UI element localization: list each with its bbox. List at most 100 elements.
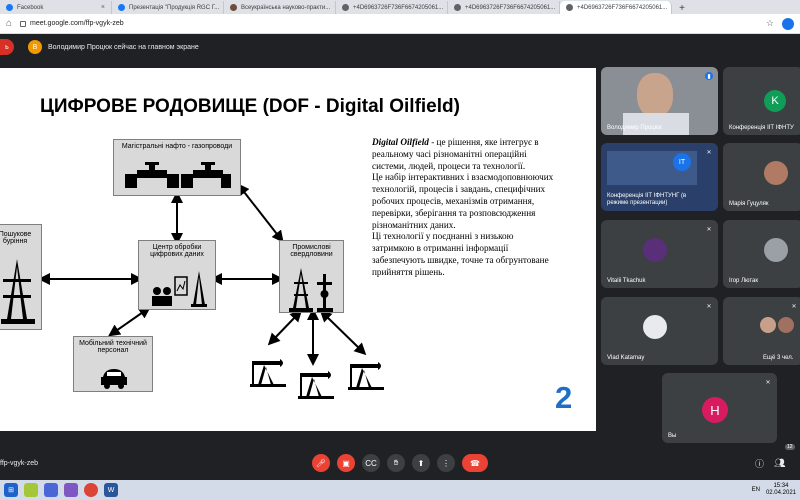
clock-date: 02.04.2021: [765, 490, 796, 496]
tab-label: +4D6963726F736F6674205061...: [577, 4, 668, 11]
presenter-avatar: В: [28, 40, 42, 54]
pumpjack-icon: [348, 362, 384, 390]
left-badge[interactable]: ь: [0, 39, 14, 55]
bookmark-star-icon[interactable]: ☆: [766, 18, 774, 29]
presenter-banner: ь В Володимир Процюк сейчас на главном э…: [0, 36, 800, 58]
slide-page-number: 2: [555, 380, 573, 415]
camera-toggle-button[interactable]: ▣: [337, 454, 355, 472]
pipelines-box: Магістральні нафто - газопроводи: [113, 139, 241, 196]
participant-photo: [764, 238, 788, 262]
participant-tile[interactable]: ▮ Володимир Процюк: [601, 67, 718, 135]
arrow-center-mobile: [108, 306, 151, 337]
captions-button[interactable]: CC: [362, 454, 380, 472]
presentation-slide: ЦИФРОВЕ РОДОВИЩЕ (DOF - Digital Oilfield…: [0, 68, 596, 431]
pipeline-valve-icon: [125, 162, 231, 188]
presenter-text: Володимир Процюк сейчас на главном экран…: [48, 43, 199, 51]
drilling-label: Пошукове буріння: [0, 231, 32, 245]
pipelines-label: Магістральні нафто - газопроводи: [121, 143, 233, 150]
meeting-code: ffp-vgyk-zeb: [0, 459, 38, 467]
info-icon[interactable]: ⓘ: [755, 457, 764, 470]
tab-favicon-icon: [230, 4, 237, 11]
app-icon[interactable]: [44, 483, 58, 497]
participant-tile[interactable]: Марія Гуцуляк: [723, 143, 800, 211]
browser-tab-strip: Facebook × Презентація "Продукція RGC Г...…: [0, 0, 800, 14]
participant-photo: [643, 238, 667, 262]
url-field[interactable]: meet.google.com/ffp-vgyk-zeb: [20, 20, 758, 27]
participant-avatar: K: [764, 90, 786, 112]
chrome-icon[interactable]: [84, 483, 98, 497]
arrow-wells-well1: [267, 309, 303, 346]
tab-favicon-icon: [566, 4, 573, 11]
self-name: Вы: [668, 433, 677, 439]
tab-label: Всеукраїнська науково-практи...: [241, 4, 331, 11]
para-lead: Digital Oilfield: [372, 137, 429, 147]
os-taskbar: ⊞ W EN 15:34 02.04.2021: [0, 480, 800, 500]
participant-shirt: [623, 113, 689, 135]
mic-off-icon: ✕: [765, 379, 771, 386]
participant-photo: [778, 317, 794, 333]
arrow-pipelines-wells: [237, 183, 284, 243]
mic-off-icon: ✕: [706, 226, 712, 233]
well-derrick-icon: [289, 268, 333, 312]
arrow-wells-well3: [319, 309, 367, 356]
participant-name: Vitalii Tkachuk: [607, 278, 646, 284]
tab-label: +4D6963726F736F6674205061...: [353, 4, 444, 11]
tab-close-icon[interactable]: ×: [671, 4, 672, 11]
participant-name: Ігор Лютак: [729, 278, 759, 284]
lock-icon[interactable]: [20, 20, 27, 27]
people-icon[interactable]: 👥︎: [774, 458, 785, 469]
home-icon[interactable]: ⌂: [6, 18, 12, 29]
hang-up-button[interactable]: ☎: [462, 454, 488, 472]
pumpjack-icon: [298, 371, 334, 399]
app-icon[interactable]: [24, 483, 38, 497]
data-center-label: Центр обробки цифрових даних: [150, 244, 204, 258]
word-icon[interactable]: W: [104, 483, 118, 497]
self-avatar: Н: [702, 397, 728, 423]
present-button[interactable]: ⬆: [412, 454, 430, 472]
browser-tab[interactable]: Facebook ×: [0, 1, 112, 14]
new-tab-button[interactable]: +: [676, 2, 688, 14]
clock[interactable]: 15:34 02.04.2021: [766, 483, 796, 497]
browser-tab[interactable]: Презентація "Продукція RGC Г...×: [112, 1, 224, 14]
browser-tab[interactable]: +4D6963726F736F6674205061...×: [560, 1, 672, 14]
para-3: Ці технології у поєднанні з низькою затр…: [372, 231, 549, 277]
participants-count-badge: 12: [785, 444, 795, 450]
mic-off-icon: ✕: [706, 149, 712, 156]
raise-hand-button[interactable]: ✋︎: [387, 454, 405, 472]
participant-tile[interactable]: IT ✕ Конференція ІІТ ІФНТУНГ (в режиме п…: [601, 143, 718, 211]
participant-tile[interactable]: Ігор Лютак: [723, 220, 800, 288]
participant-tile[interactable]: ✕ Vlad Katamay: [601, 297, 718, 365]
pumpjack-icon: [250, 359, 286, 387]
mobile-staff-box: Мобільний технічний персонал: [73, 336, 153, 392]
language-indicator[interactable]: EN: [752, 487, 760, 493]
drilling-rig-icon: [1, 259, 35, 324]
start-icon[interactable]: ⊞: [4, 483, 18, 497]
speaking-icon: ▮: [705, 72, 713, 80]
self-tile[interactable]: Н ✕ Вы: [662, 373, 777, 443]
participant-photo: [760, 317, 776, 333]
tab-label: Презентація "Продукція RGC Г...: [129, 4, 220, 11]
participant-photo: [643, 315, 667, 339]
wells-box: Промислові свердловини: [279, 240, 344, 313]
profile-avatar[interactable]: [782, 17, 794, 30]
slide-description: Digital Oilfield - це рішення, яке інтег…: [372, 137, 558, 279]
tab-favicon-icon: [118, 4, 125, 11]
data-center-box: Центр обробки цифрових даних: [138, 240, 216, 310]
mic-toggle-button[interactable]: 🎤︎: [312, 454, 330, 472]
mic-off-icon: ✕: [791, 303, 797, 310]
participant-tile[interactable]: ✕ Vitalii Tkachuk: [601, 220, 718, 288]
wells-label: Промислові свердловини: [290, 244, 333, 258]
app-icon[interactable]: [64, 483, 78, 497]
more-options-button[interactable]: ⋮: [437, 454, 455, 472]
more-participants-tile[interactable]: ✕ Ещё 3 чел.: [723, 297, 800, 365]
browser-tab[interactable]: +4D6963726F736F6674205061...×: [336, 1, 448, 14]
participant-photo: [764, 161, 788, 185]
browser-tab[interactable]: Всеукраїнська науково-практи...×: [224, 1, 336, 14]
browser-tab[interactable]: +4D6963726F736F6674205061...×: [448, 1, 560, 14]
it-logo-icon: IT: [673, 153, 691, 171]
drilling-box: Пошукове буріння: [0, 224, 42, 330]
car-signal-icon: [101, 369, 127, 389]
participant-tile[interactable]: K Конференція ІІТ ІФНТУ: [723, 67, 800, 135]
tab-label: Facebook: [17, 4, 44, 11]
tab-close-icon[interactable]: ×: [101, 4, 105, 11]
